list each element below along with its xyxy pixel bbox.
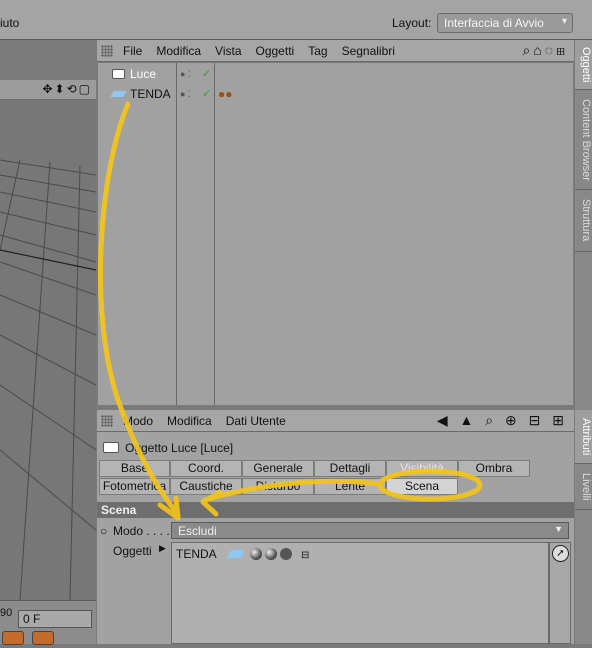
- check-icon[interactable]: ✓: [202, 87, 211, 100]
- side-tabs: Oggetti Content Browser Struttura Attrib…: [575, 40, 592, 644]
- chevron-down-icon: ▾: [561, 16, 567, 27]
- tab-caustiche[interactable]: Caustiche: [170, 478, 242, 495]
- tab-coord[interactable]: Coord.: [170, 460, 242, 477]
- object-title: Oggetto Luce [Luce]: [103, 441, 233, 455]
- viewport-nav-icons[interactable]: ✥⬍⟲▢: [42, 82, 92, 96]
- hierarchy-icon[interactable]: ⊟: [301, 550, 309, 561]
- grid-floor: [0, 159, 96, 600]
- menu-modifica[interactable]: Modifica: [156, 44, 201, 58]
- layout-label: Layout:: [392, 16, 432, 30]
- chevron-down-icon: ▼: [554, 524, 563, 534]
- tab-base[interactable]: Base: [99, 460, 170, 477]
- object-row-luce[interactable]: Luce: [112, 67, 156, 85]
- material-tag-icon[interactable]: ●●: [218, 87, 233, 101]
- frame-field[interactable]: 0 F: [18, 610, 92, 628]
- light-icon: [103, 442, 119, 453]
- menu-modo[interactable]: Modo: [123, 414, 153, 428]
- tab-content-browser[interactable]: Content Browser: [575, 90, 592, 190]
- nav-icons[interactable]: ◀ ▲ ⌕ ⊕ ⊟ ⊞: [437, 412, 568, 429]
- tab-attributi[interactable]: Attributi: [575, 410, 592, 464]
- top-bar: iuto Layout: Interfaccia di Avvio ▾: [0, 0, 592, 40]
- menu-segnalibri[interactable]: Segnalibri: [342, 44, 395, 58]
- plane-icon: [110, 91, 127, 97]
- menu-oggetti[interactable]: Oggetti: [256, 44, 295, 58]
- ball-icon[interactable]: [279, 548, 292, 560]
- grip-icon[interactable]: [101, 45, 113, 57]
- menu-tag[interactable]: Tag: [308, 44, 327, 58]
- viewport-header: ✥⬍⟲▢: [0, 80, 96, 100]
- object-manager-menubar: File Modifica Vista Oggetti Tag Segnalibri ⌕⌂…: [97, 40, 574, 62]
- tab-livelli[interactable]: Livelli: [575, 464, 592, 510]
- frame-fragment: 90: [0, 607, 13, 619]
- modo-dropdown[interactable]: Escludi ▼: [171, 522, 569, 539]
- tab-scena[interactable]: Scena: [386, 478, 458, 495]
- modo-radio-icon[interactable]: ○: [100, 524, 107, 538]
- viewport[interactable]: [0, 100, 96, 600]
- viewport-toolbar: 90 0 F: [0, 600, 96, 645]
- object-row-tenda[interactable]: TENDA: [110, 87, 171, 105]
- attribute-panel: Oggetto Luce [Luce] Base Coord. Generale…: [97, 432, 574, 644]
- modo-label: Modo . . . .: [113, 524, 170, 538]
- light-icon: [112, 69, 125, 79]
- menu-vista[interactable]: Vista: [215, 44, 241, 58]
- oggetti-list[interactable]: TENDA ⊟: [171, 542, 549, 644]
- layout-dropdown[interactable]: Interfaccia di Avvio ▾: [437, 13, 573, 33]
- layout-value: Interfaccia di Avvio: [444, 16, 544, 30]
- tab-generale[interactable]: Generale: [242, 460, 314, 477]
- tab-dettagli[interactable]: Dettagli: [314, 460, 386, 477]
- tab-struttura[interactable]: Struttura: [575, 190, 592, 252]
- tab-ombra[interactable]: Ombra: [458, 460, 530, 477]
- list-item[interactable]: TENDA ⊟: [176, 547, 309, 561]
- column-divider: [176, 63, 177, 405]
- visibility-dots[interactable]: ● ⁚: [180, 69, 191, 80]
- grip-icon[interactable]: [101, 415, 113, 427]
- menu-modifica-am[interactable]: Modifica: [167, 414, 212, 428]
- check-icon[interactable]: ✓: [202, 67, 211, 80]
- visibility-dots[interactable]: ● ⁚: [180, 89, 191, 100]
- triangle-right-icon[interactable]: ▶: [159, 543, 166, 554]
- pick-cursor-icon[interactable]: ➚: [552, 545, 569, 562]
- ball-icon[interactable]: [264, 548, 277, 560]
- tab-lente[interactable]: Lente: [314, 478, 386, 495]
- tab-fotometrica[interactable]: Fotometrica: [99, 478, 170, 495]
- list-side: ➚: [549, 542, 571, 644]
- toolbar-icons[interactable]: ⌕⌂◌⊞: [522, 42, 568, 59]
- tab-disturbo[interactable]: Disturbo: [242, 478, 314, 495]
- column-divider: [214, 63, 215, 405]
- playback-buttons[interactable]: [2, 631, 92, 645]
- attribute-manager-menubar: Modo Modifica Dati Utente ◀ ▲ ⌕ ⊕ ⊟ ⊞: [97, 410, 574, 432]
- menu-fragment[interactable]: iuto: [0, 16, 19, 30]
- oggetti-label: Oggetti: [113, 544, 152, 558]
- tab-visibilita[interactable]: Visibilità: [386, 460, 458, 477]
- plane-icon: [227, 550, 246, 558]
- ball-icon[interactable]: [249, 548, 262, 560]
- section-title: Scena: [97, 502, 574, 518]
- menu-file[interactable]: File: [123, 44, 142, 58]
- tab-oggetti[interactable]: Oggetti: [575, 40, 592, 90]
- object-list[interactable]: Luce ● ⁚ ✓ TENDA ● ⁚ ✓ ●●: [97, 62, 574, 406]
- menu-dati-utente[interactable]: Dati Utente: [226, 414, 286, 428]
